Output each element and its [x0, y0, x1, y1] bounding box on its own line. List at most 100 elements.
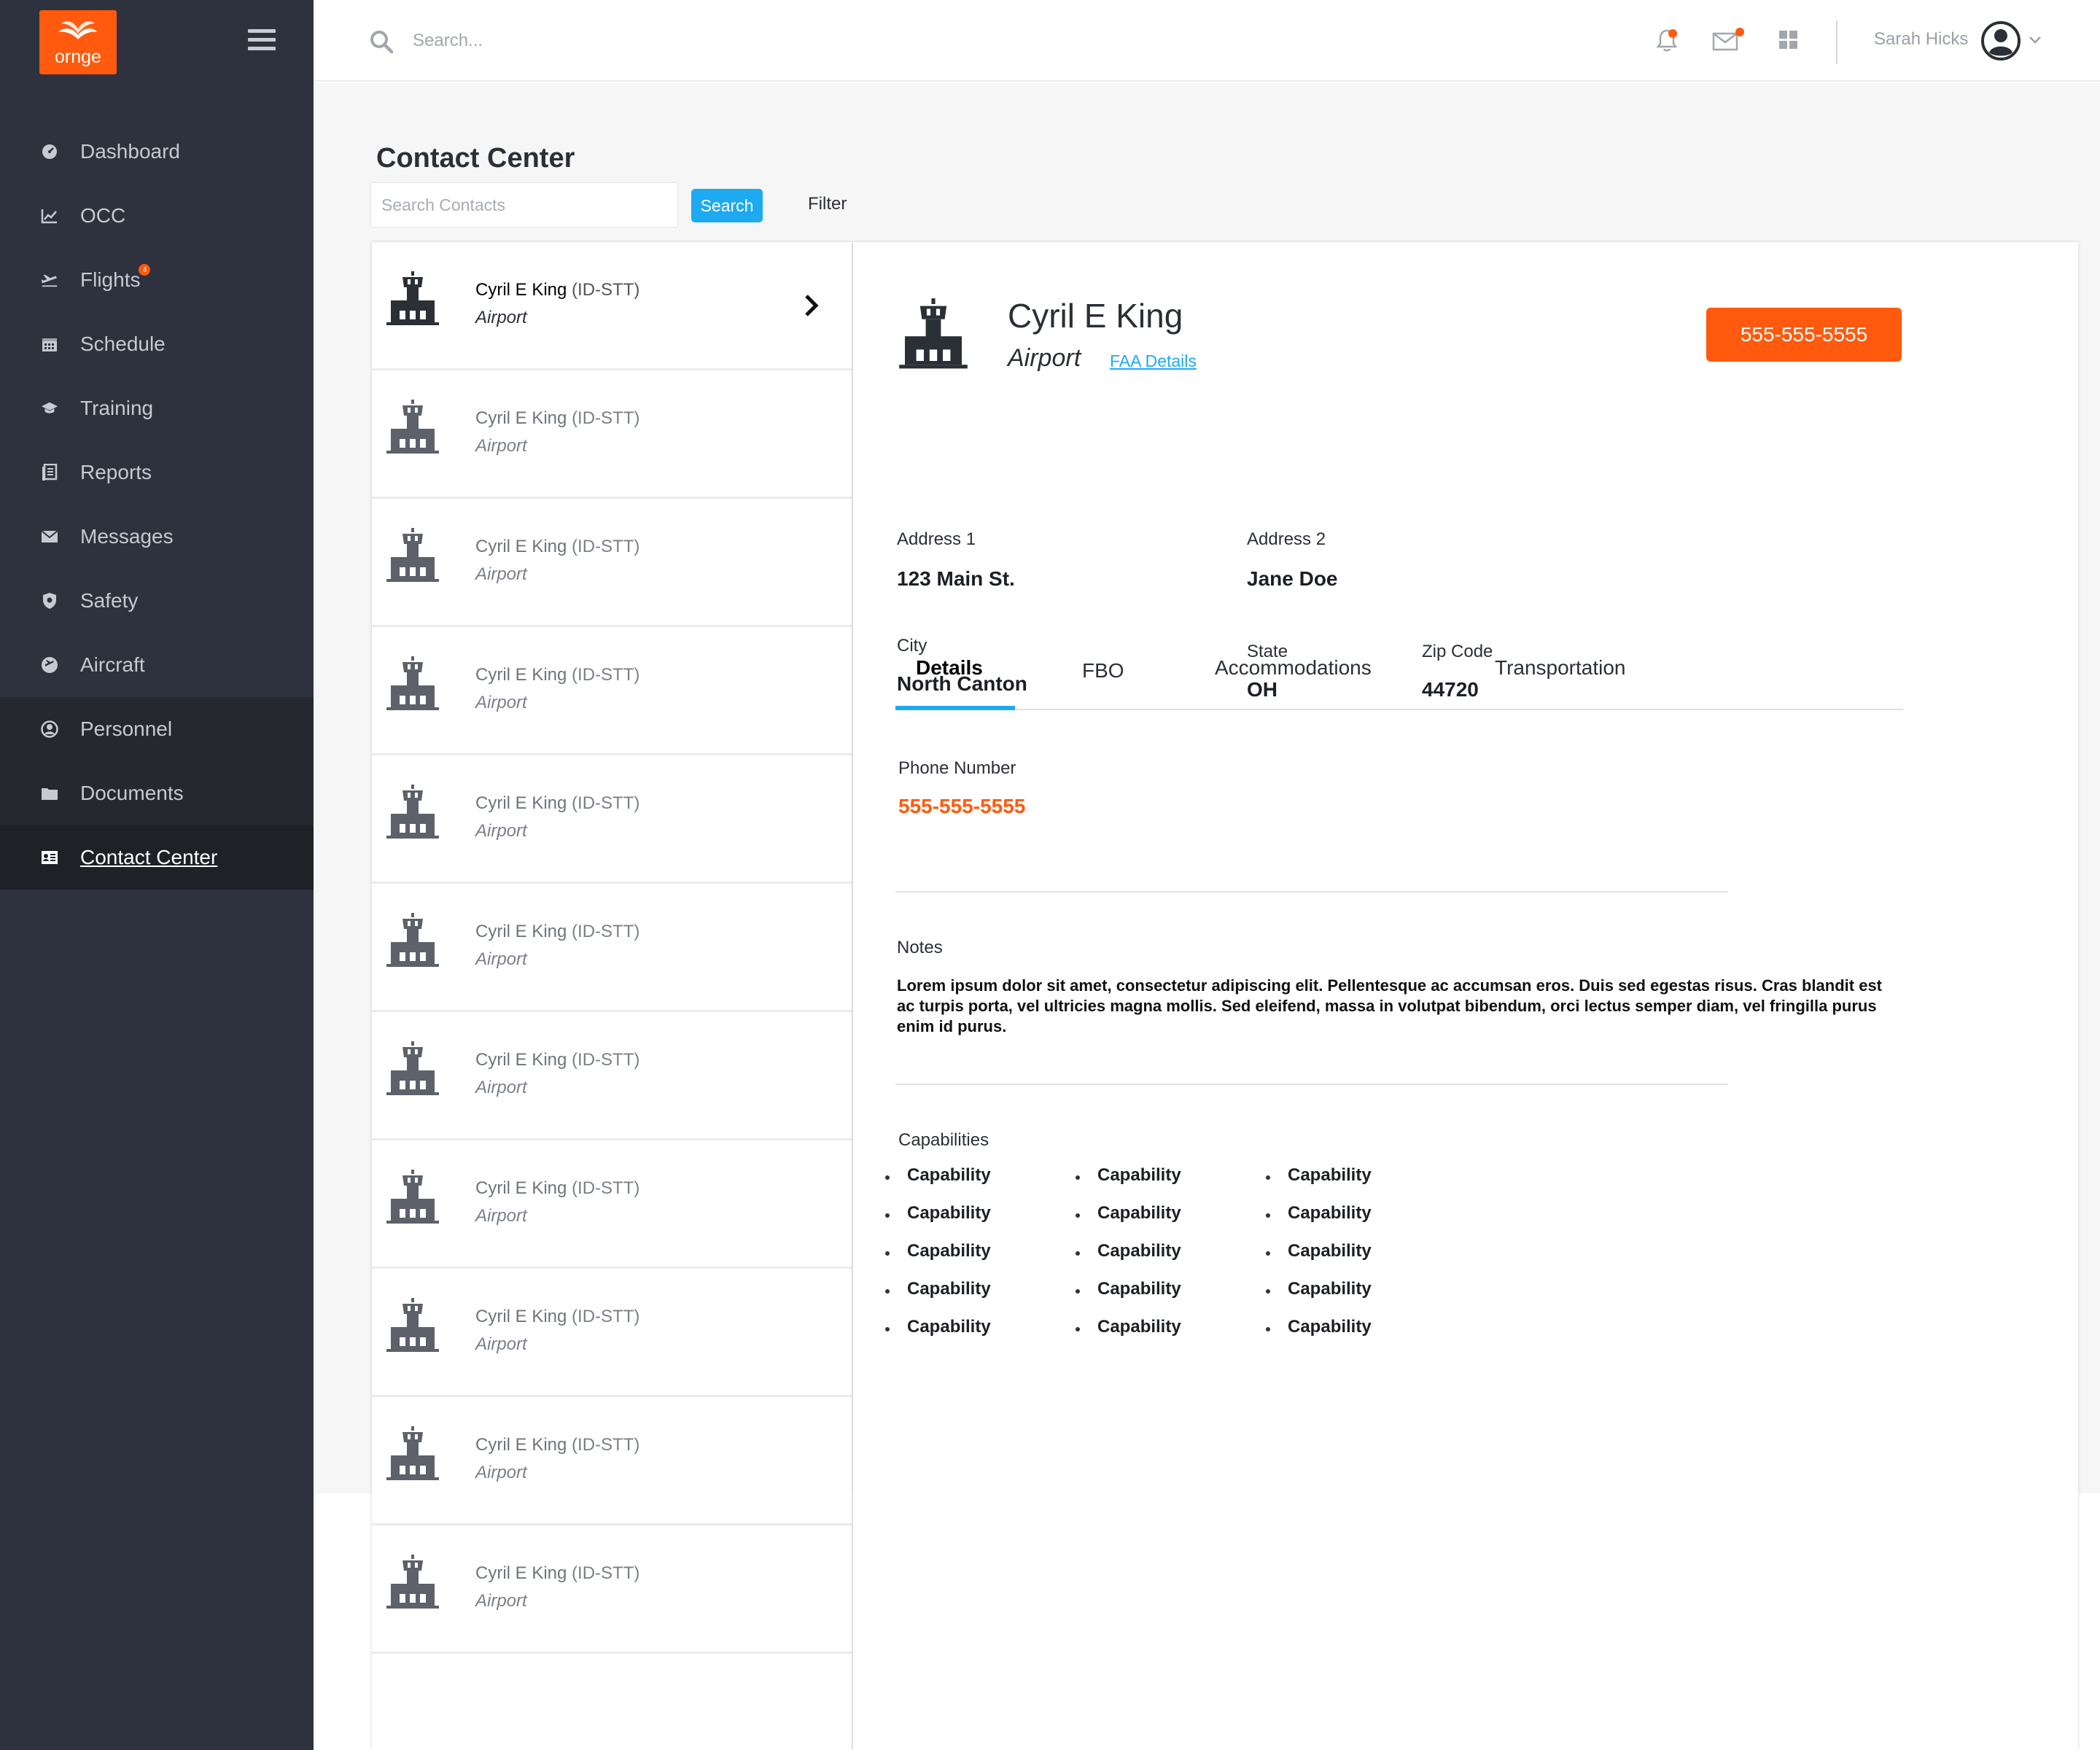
- sidebar-item-schedule[interactable]: Schedule: [0, 312, 314, 376]
- logo-text: ornge: [55, 47, 101, 67]
- airport-tower-icon: [384, 653, 442, 715]
- global-search-input[interactable]: [413, 28, 850, 54]
- shield-icon: [41, 592, 58, 610]
- contact-type: Airport: [475, 693, 527, 712]
- bullet-icon: [1266, 1289, 1270, 1294]
- sidebar-item-documents[interactable]: Documents: [0, 761, 314, 825]
- envelope-icon: [41, 528, 58, 545]
- airport-tower-icon: [384, 1423, 442, 1485]
- list-item[interactable]: Cyril E King (ID-STT) Airport: [372, 499, 852, 627]
- contact-type: Airport: [475, 308, 527, 327]
- contact-type: Airport: [475, 436, 527, 456]
- contact-id: (ID-STT): [572, 537, 640, 556]
- airport-tower-icon: [384, 1552, 442, 1614]
- contact-list: Cyril E King (ID-STT) Airport Cyril E Ki…: [372, 242, 852, 1750]
- capabilities-label: Capabilities: [898, 1130, 989, 1150]
- wings-logo-icon: [58, 21, 98, 39]
- chart-line-icon: [41, 207, 58, 225]
- contact-name: Cyril E King: [475, 537, 567, 556]
- contact-name-line: Cyril E King (ID-STT): [475, 1435, 639, 1455]
- contact-name-line: Cyril E King (ID-STT): [475, 922, 639, 942]
- sidebar-item-safety[interactable]: Safety: [0, 569, 314, 633]
- airport-tower-icon: [384, 525, 442, 587]
- folder-icon: [41, 785, 58, 802]
- search-icon[interactable]: [369, 29, 394, 58]
- menu-toggle-icon[interactable]: [248, 29, 276, 51]
- report-icon: [41, 464, 58, 481]
- call-phone-button[interactable]: 555-555-5555: [1706, 308, 1902, 362]
- sidebar-item-contact-center[interactable]: Contact Center: [0, 825, 314, 890]
- list-item[interactable]: Cyril E King (ID-STT) Airport: [372, 627, 852, 755]
- contact-type: Airport: [475, 1463, 527, 1482]
- active-tab-indicator: [895, 706, 1015, 710]
- capability-item: Capability: [1097, 1241, 1181, 1261]
- phone-value[interactable]: 555-555-5555: [898, 795, 1025, 818]
- list-item[interactable]: Cyril E King (ID-STT) Airport: [372, 1269, 852, 1397]
- user-avatar-icon[interactable]: [1980, 20, 2021, 65]
- sidebar-item-messages[interactable]: Messages: [0, 505, 314, 569]
- contact-name-line: Cyril E King (ID-STT): [475, 1307, 639, 1327]
- contact-id: (ID-STT): [572, 793, 640, 813]
- notification-dot: [1668, 29, 1677, 38]
- capability-item: Capability: [1097, 1203, 1181, 1223]
- contact-name: Cyril E King: [475, 280, 567, 300]
- contact-id: (ID-STT): [572, 1563, 640, 1583]
- list-item[interactable]: Cyril E King (ID-STT) Airport: [372, 1012, 852, 1140]
- list-item[interactable]: Cyril E King (ID-STT) Airport: [372, 1397, 852, 1525]
- chevron-right-icon[interactable]: [804, 293, 820, 322]
- list-item[interactable]: Cyril E King (ID-STT) Airport: [372, 1525, 852, 1654]
- tab-transportation[interactable]: Transportation: [1495, 656, 1626, 680]
- capability-item: Capability: [907, 1241, 991, 1261]
- sidebar-item-reports[interactable]: Reports: [0, 440, 314, 505]
- contact-type: Airport: [475, 821, 527, 841]
- detail-tabs: Details FBO Accommodations Transportatio…: [895, 650, 1903, 710]
- contact-type: Airport: [475, 1078, 527, 1097]
- sidebar-item-label: Flights: [80, 268, 141, 291]
- phone-label: Phone Number: [898, 758, 1016, 778]
- faa-details-link[interactable]: FAA Details: [1110, 351, 1197, 371]
- contact-card-icon: [41, 849, 58, 866]
- filter-button[interactable]: Filter: [808, 194, 847, 214]
- contact-type: Airport: [475, 949, 527, 969]
- calendar-icon: [41, 335, 58, 353]
- bullet-icon: [885, 1251, 890, 1256]
- sidebar-item-label: Safety: [80, 589, 139, 612]
- search-button[interactable]: Search: [691, 189, 763, 222]
- contact-search-input[interactable]: [370, 182, 678, 228]
- capability-item: Capability: [1097, 1279, 1181, 1299]
- graduation-cap-icon: [41, 400, 58, 417]
- sidebar-item-personnel[interactable]: Personnel: [0, 697, 314, 761]
- plane-icon: [41, 271, 58, 289]
- contact-id: (ID-STT): [572, 1435, 640, 1455]
- tab-fbo[interactable]: FBO: [1082, 659, 1124, 682]
- contact-id: (ID-STT): [572, 408, 640, 428]
- sidebar-item-aircraft[interactable]: Aircraft: [0, 633, 314, 697]
- capability-item: Capability: [907, 1165, 991, 1185]
- list-item[interactable]: Cyril E King (ID-STT) Airport: [372, 370, 852, 499]
- tab-accommodations[interactable]: Accommodations: [1215, 656, 1372, 680]
- chevron-down-icon[interactable]: [2029, 35, 2042, 48]
- contact-type: Airport: [475, 564, 527, 584]
- mail-icon[interactable]: [1712, 32, 1738, 55]
- sidebar-item-dashboard[interactable]: Dashboard: [0, 120, 314, 184]
- notes-label: Notes: [897, 938, 943, 957]
- user-name[interactable]: Sarah Hicks: [1874, 29, 1968, 50]
- contact-name-line: Cyril E King (ID-STT): [475, 1178, 639, 1199]
- sidebar-item-training[interactable]: Training: [0, 376, 314, 440]
- list-item[interactable]: Cyril E King (ID-STT) Airport: [372, 242, 852, 370]
- ornge-logo[interactable]: ornge: [39, 10, 117, 74]
- list-item[interactable]: Cyril E King (ID-STT) Airport: [372, 1140, 852, 1269]
- sidebar-item-occ[interactable]: OCC: [0, 184, 314, 248]
- contact-id: (ID-STT): [572, 665, 640, 685]
- apps-grid-icon[interactable]: [1779, 31, 1798, 53]
- detail-type: Airport: [1008, 344, 1081, 372]
- contact-name-line: Cyril E King (ID-STT): [475, 537, 639, 557]
- sidebar-item-flights[interactable]: Flights 4: [0, 248, 314, 312]
- contact-name-line: Cyril E King (ID-STT): [475, 793, 639, 814]
- list-item[interactable]: Cyril E King (ID-STT) Airport: [372, 884, 852, 1012]
- bullet-icon: [885, 1289, 890, 1294]
- sidebar-nav: Dashboard OCC Flights 4 Schedule Trainin…: [0, 120, 314, 890]
- bullet-icon: [1266, 1251, 1270, 1256]
- list-item[interactable]: Cyril E King (ID-STT) Airport: [372, 755, 852, 884]
- sidebar-item-label: Training: [80, 397, 154, 419]
